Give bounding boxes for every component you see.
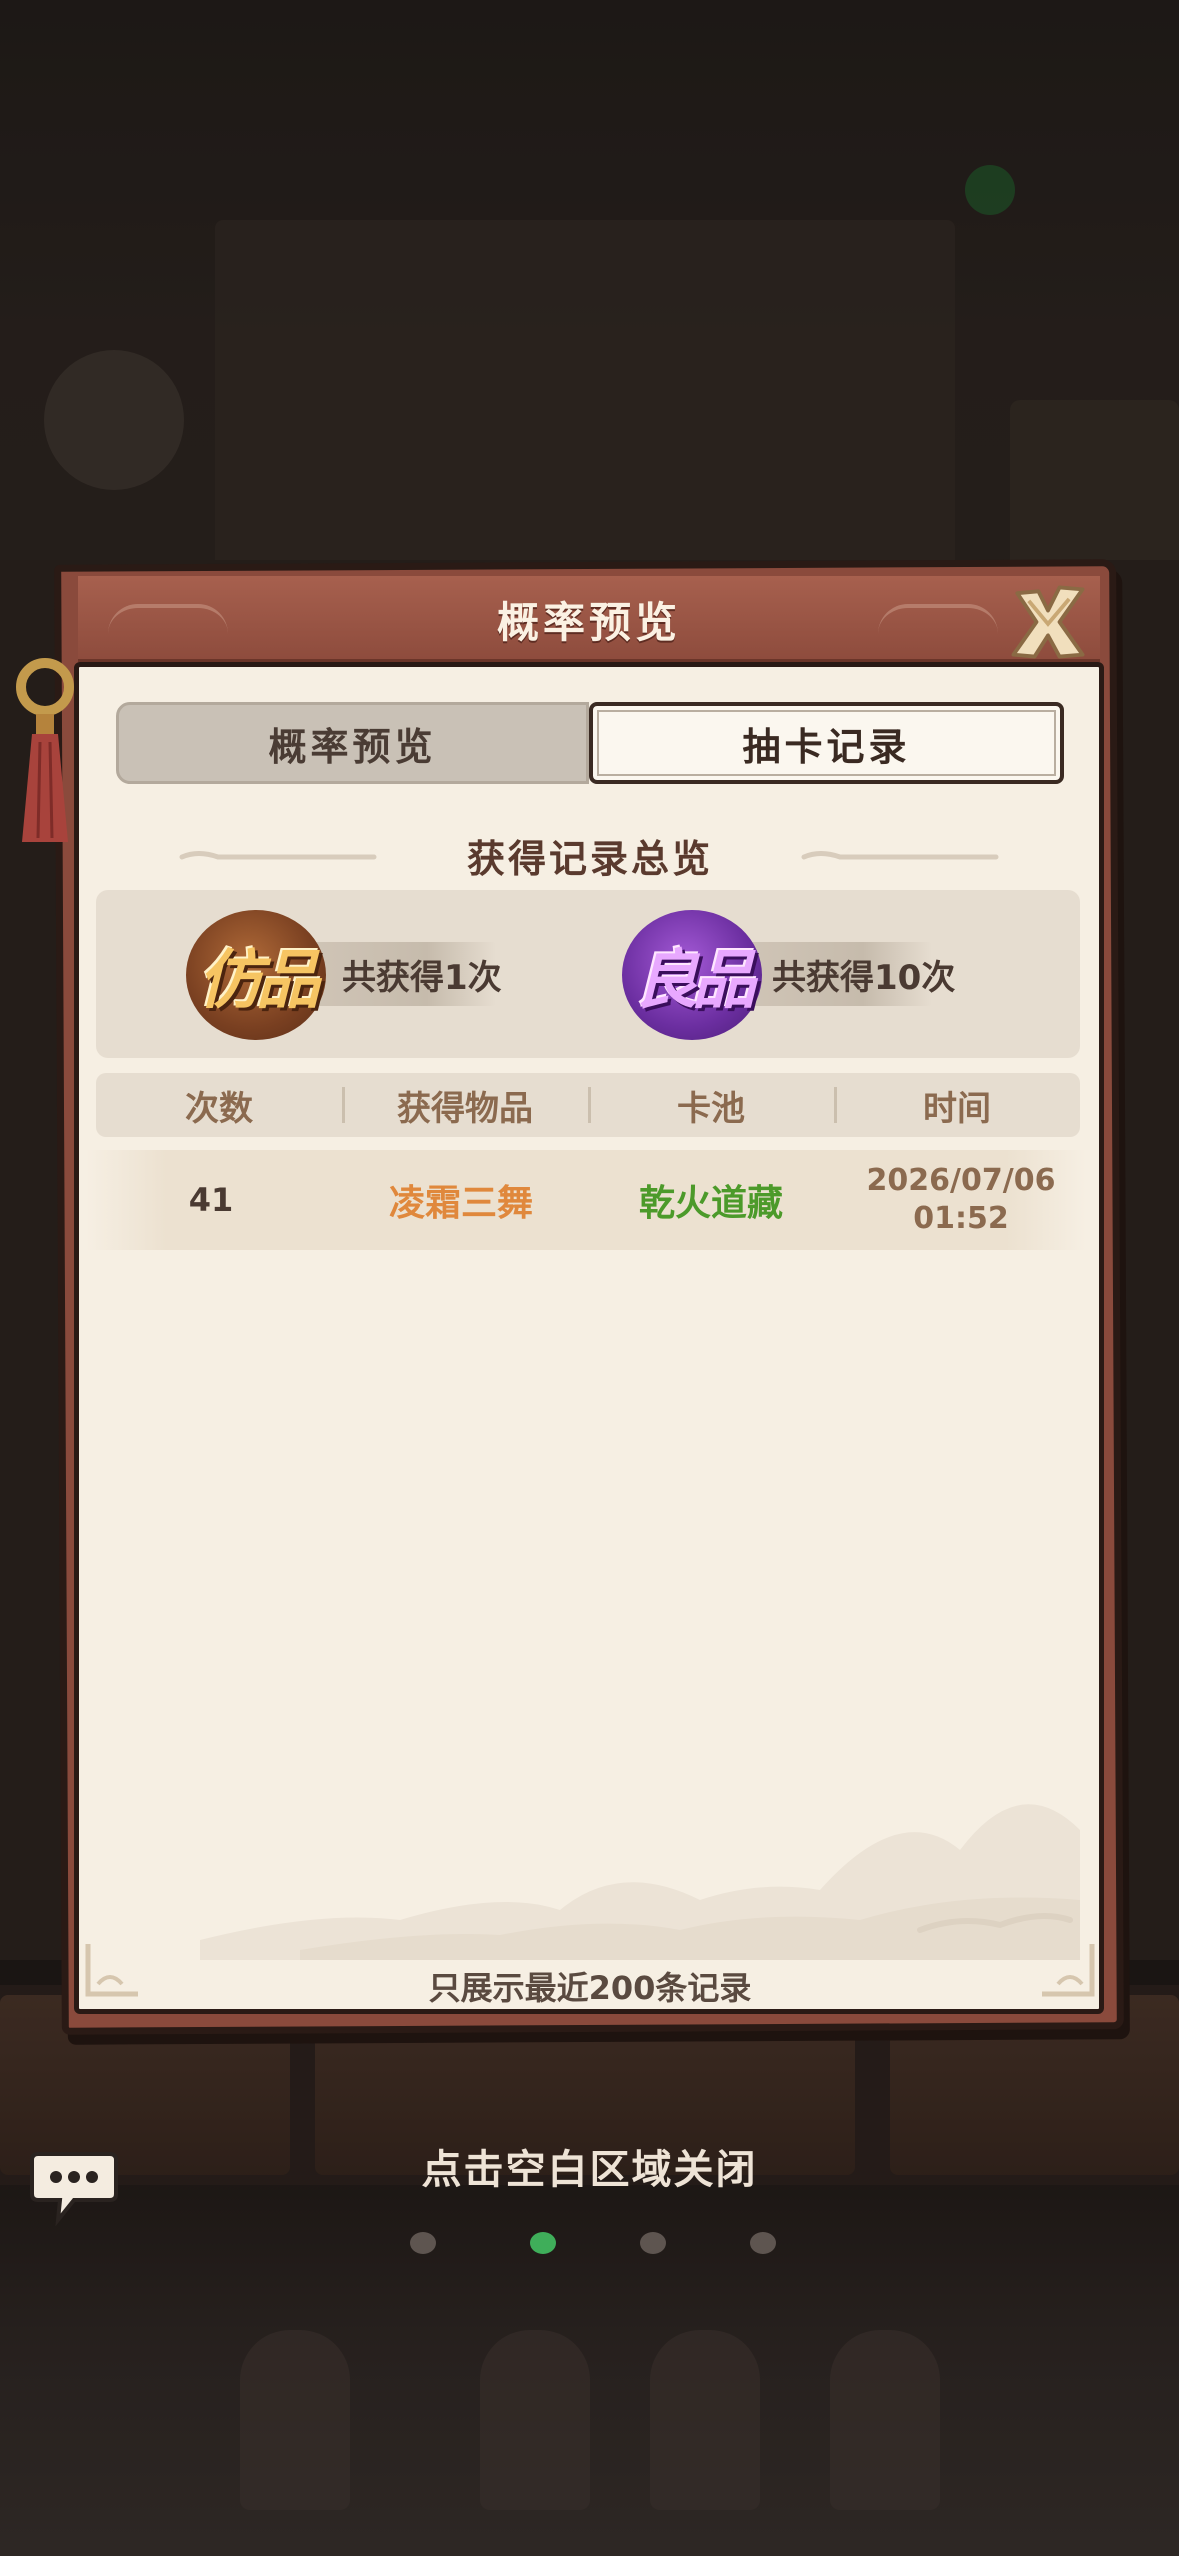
column-header-pool: 卡池 (588, 1073, 834, 1137)
page-dot (410, 2232, 436, 2254)
summary-box: 仿品 共获得1次 良品 共获得10次 (96, 890, 1080, 1058)
cell-pool: 乾火道藏 (638, 1183, 783, 1224)
page-dot (640, 2232, 666, 2254)
summary-item-good: 良品 共获得10次 (622, 890, 1042, 1058)
column-header-time: 时间 (834, 1073, 1080, 1137)
ring-tassel-ornament (16, 658, 74, 842)
cell-time: 2026/07/06 01:52 (836, 1150, 1086, 1250)
quality-badge-imitation: 仿品 (186, 910, 326, 1040)
column-header-item: 获得物品 (342, 1073, 588, 1137)
records-limit-note: 只展示最近200条记录 (428, 1969, 752, 2007)
close-button[interactable] (998, 572, 1098, 672)
column-header-count: 次数 (185, 1088, 253, 1129)
dialog-title-bar: 概率预览 (78, 576, 1100, 662)
summary-item-imitation: 仿品 共获得1次 (186, 890, 606, 1058)
page-dot-active (530, 2232, 556, 2254)
tab-probability-preview[interactable]: 概率预览 (116, 702, 589, 784)
summary-count-label: 共获得1次 (342, 957, 502, 998)
page-dot (750, 2232, 776, 2254)
tab-draw-records[interactable]: 抽卡记录 (589, 702, 1064, 784)
record-table-header: 次数 获得物品 卡池 时间 (96, 1073, 1080, 1137)
table-row: 41 凌霜三舞 乾火道藏 2026/07/06 01:52 (86, 1150, 1086, 1250)
heading-decoration-right (801, 851, 999, 860)
quality-badge-good: 良品 (622, 910, 762, 1040)
close-icon (1011, 585, 1085, 659)
ink-landscape-decoration (200, 1804, 1080, 1960)
cell-time-text: 01:52 (913, 1201, 1009, 1236)
cell-date-text: 2026/07/06 (866, 1163, 1056, 1198)
record-tabs: 概率预览 抽卡记录 (116, 702, 1064, 784)
cell-item: 凌霜三舞 (388, 1183, 533, 1224)
tap-to-close-hint[interactable]: 点击空白区域关闭 (0, 2136, 1179, 2196)
badge-text: 仿品 (198, 943, 320, 1018)
page-indicator (390, 2228, 790, 2258)
dialog-title: 概率预览 (496, 597, 681, 647)
summary-count-label: 共获得10次 (772, 957, 956, 998)
chat-button[interactable] (28, 2148, 120, 2227)
chat-bubble-icon (30, 2152, 118, 2227)
cell-count: 41 (188, 1181, 234, 1219)
badge-text: 良品 (634, 943, 756, 1018)
